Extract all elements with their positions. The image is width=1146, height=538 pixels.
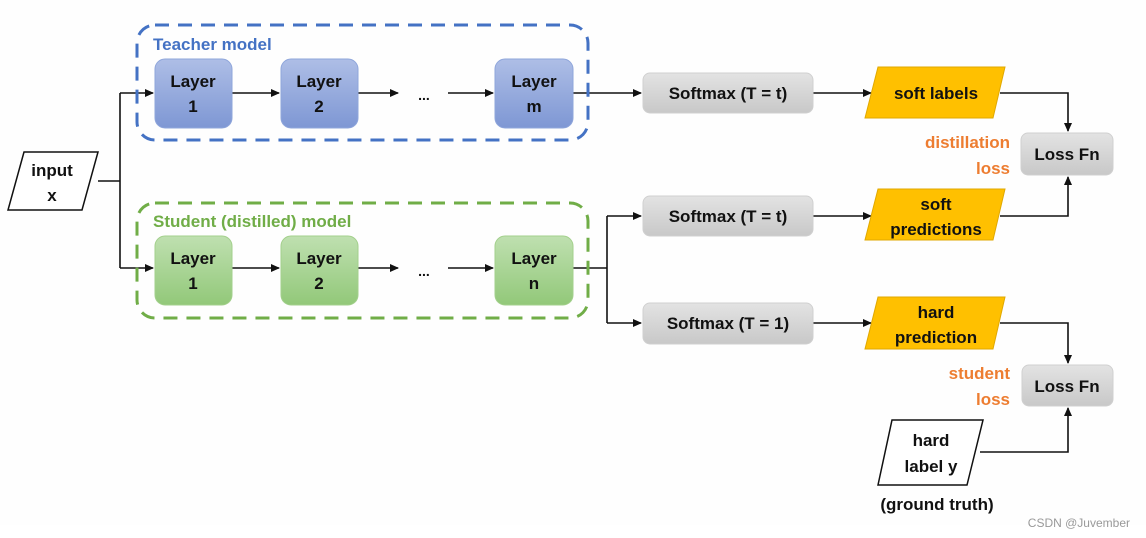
loss-fn-student: Loss Fn (1021, 364, 1114, 407)
output-text: prediction (895, 328, 977, 347)
softmax-teacher: Softmax (T = t) (642, 72, 814, 114)
hard-label-node: hard label y (877, 419, 984, 486)
teacher-layer-1: Layer 1 (154, 58, 233, 129)
layer-label: Layer (511, 249, 557, 268)
layer-index: 2 (314, 274, 323, 293)
layer-label: Layer (511, 72, 557, 91)
student-title: Student (distilled) model (153, 212, 351, 231)
watermark: CSDN @Juvember (1028, 516, 1130, 530)
student-layer-1: Layer 1 (154, 235, 233, 306)
input-var: x (47, 186, 57, 205)
loss-fn-distillation: Loss Fn (1020, 132, 1114, 176)
layer-index: 1 (188, 274, 197, 293)
soft-predictions: soft predictions (864, 188, 1006, 241)
soft-labels-text: soft labels (894, 84, 978, 103)
softmax-student-hard: Softmax (T = 1) (642, 302, 814, 345)
soft-labels: soft labels (864, 66, 1006, 119)
layer-index: 2 (314, 97, 323, 116)
layer-label: Layer (296, 72, 342, 91)
distillation-diagram: input x Teacher model Layer 1 Layer 2 ..… (0, 0, 1146, 530)
layer-index: 1 (188, 97, 197, 116)
softmax-label: Softmax (T = t) (669, 84, 788, 103)
student-layer-2: Layer 2 (280, 235, 359, 306)
softmax-label: Softmax (T = 1) (667, 314, 789, 333)
distillation-loss-label-2: loss (976, 159, 1010, 178)
input-node: input x (7, 151, 99, 211)
teacher-layer-m: Layer m (494, 58, 574, 129)
loss-fn-label: Loss Fn (1034, 145, 1099, 164)
loss-fn-label: Loss Fn (1034, 377, 1099, 396)
output-text: hard (918, 303, 955, 322)
teacher-ellipsis: ... (418, 87, 430, 103)
student-loss-label: student (949, 364, 1011, 383)
layer-label: Layer (170, 72, 216, 91)
teacher-title: Teacher model (153, 35, 272, 54)
layer-label: Layer (170, 249, 216, 268)
output-text: soft (920, 195, 952, 214)
hard-label-text: label y (905, 457, 958, 476)
student-ellipsis: ... (418, 263, 430, 279)
teacher-layer-2: Layer 2 (280, 58, 359, 129)
output-text: predictions (890, 220, 982, 239)
softmax-student-soft: Softmax (T = t) (642, 195, 814, 237)
student-loss-label-2: loss (976, 390, 1010, 409)
layer-index: n (529, 274, 539, 293)
student-layer-n: Layer n (494, 235, 574, 306)
hard-prediction: hard prediction (864, 296, 1006, 350)
distillation-loss-label: distillation (925, 133, 1010, 152)
softmax-label: Softmax (T = t) (669, 207, 788, 226)
input-label: input (31, 161, 73, 180)
hard-label-text: hard (913, 431, 950, 450)
layer-index: m (526, 97, 541, 116)
layer-label: Layer (296, 249, 342, 268)
ground-truth-caption: (ground truth) (880, 495, 993, 514)
